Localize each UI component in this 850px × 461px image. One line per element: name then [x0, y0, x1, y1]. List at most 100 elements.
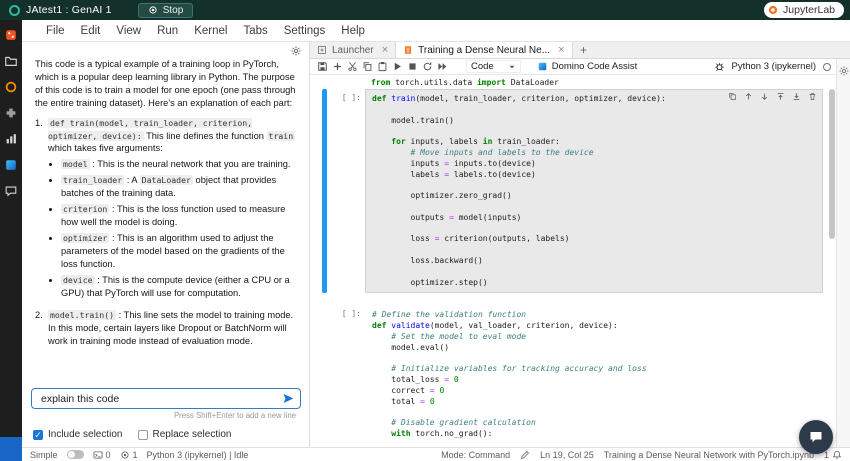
cell-collapser[interactable]	[322, 305, 327, 445]
status-bar: Simple 0 1 Python 3 (ipykernel) | Idle M…	[22, 447, 850, 461]
cell-type-value: Code	[471, 61, 494, 72]
cell-editor[interactable]: # Define the validation functiondef vali…	[365, 305, 823, 445]
terminals-status[interactable]: 0	[93, 450, 111, 460]
kernel-status-text[interactable]: Python 3 (ipykernel) | Idle	[147, 450, 249, 460]
notebook-area[interactable]: from torch.utils.data import DataLoader …	[310, 75, 836, 447]
list-item-text: model.train() : This line sets the model…	[48, 309, 301, 348]
assistant-bullet: criterion : This is the loss function us…	[61, 203, 301, 229]
send-button[interactable]	[279, 390, 297, 408]
code-assist-icon	[537, 61, 548, 72]
panel-settings-gear-icon[interactable]	[290, 45, 302, 57]
insert-cell-below-icon[interactable]	[792, 92, 801, 101]
activity-bar-bottom-indicator[interactable]	[0, 437, 22, 461]
assistant-bullet: model : This is the neural network that …	[61, 158, 301, 171]
run-cell-icon[interactable]	[390, 61, 405, 73]
notifications-status[interactable]: 1	[824, 450, 842, 460]
checkbox-checked-icon[interactable]: ✓	[33, 430, 43, 440]
option-label: Include selection	[48, 429, 123, 440]
assistant-bullet: train_loader : A DataLoader object that …	[61, 174, 301, 200]
menu-item-settings[interactable]: Settings	[276, 25, 334, 37]
cut-cell-icon[interactable]	[345, 61, 360, 73]
tab-close-icon[interactable]: ×	[382, 44, 388, 56]
cell-type-dropdown[interactable]: Code	[466, 60, 521, 73]
insert-cell-above-icon[interactable]	[776, 92, 785, 101]
assistant-list: 1.def train(model, train_loader, criteri…	[35, 117, 301, 349]
terminal-icon	[93, 450, 103, 460]
jupyter-logo-icon	[767, 4, 779, 16]
menu-item-view[interactable]: View	[108, 25, 149, 37]
notebook-icon	[403, 45, 413, 55]
inline-code: criterion	[61, 204, 109, 214]
stop-kernel-icon[interactable]	[405, 61, 420, 73]
notebook-scrollbar[interactable]	[829, 89, 835, 239]
chart-icon[interactable]	[4, 132, 18, 146]
kernel-name[interactable]: Python 3 (ipykernel)	[732, 61, 816, 72]
tab-close-icon[interactable]: ×	[558, 44, 564, 56]
activity-bar	[0, 20, 22, 461]
restart-run-all-icon[interactable]	[435, 61, 450, 73]
move-cell-up-icon[interactable]	[744, 92, 753, 101]
debugger-icon[interactable]	[714, 61, 725, 72]
assistant-content: This code is a typical example of a trai…	[35, 58, 301, 385]
tab-launcher[interactable]: Launcher×	[310, 42, 396, 58]
filename-status: Training a Dense Neural Network with PyT…	[604, 450, 814, 460]
paste-cell-icon[interactable]	[375, 61, 390, 73]
add-cell-icon[interactable]	[330, 61, 345, 73]
copy-cell-icon[interactable]	[360, 61, 375, 73]
chat-icon[interactable]	[4, 184, 18, 198]
option-include-selection[interactable]: ✓ Include selection	[33, 429, 123, 440]
prompt-input-box[interactable]	[31, 388, 301, 409]
cell-editor[interactable]: def train(model, train_loader, criterion…	[365, 89, 823, 293]
workspace-title: JAtest1 : GenAI 1	[26, 4, 112, 16]
inline-code: model.train()	[48, 310, 116, 320]
jupyterlab-badge[interactable]: JupyterLab	[764, 2, 844, 18]
menu-item-tabs[interactable]: Tabs	[235, 25, 275, 37]
inline-code: model	[61, 159, 90, 169]
tab-training-a-dense-neural-ne[interactable]: Training a Dense Neural Ne...×	[396, 42, 572, 58]
toolbar-kernel-area: Python 3 (ipykernel)	[714, 61, 831, 72]
terminals-count: 0	[106, 450, 111, 460]
stop-button[interactable]: Stop	[138, 3, 194, 18]
menu-item-help[interactable]: Help	[333, 25, 373, 37]
duplicate-cell-icon[interactable]	[728, 92, 737, 101]
menu-item-file[interactable]: File	[38, 25, 73, 37]
kernel-status-icon	[823, 63, 831, 71]
right-sidebar	[836, 59, 850, 447]
delete-cell-icon[interactable]	[808, 92, 817, 101]
folder-icon[interactable]	[4, 54, 18, 68]
code-assist-icon[interactable]	[4, 158, 18, 172]
main-dock-panel: Launcher×Training a Dense Neural Ne...× …	[310, 42, 850, 447]
option-replace-selection[interactable]: Replace selection	[138, 429, 232, 440]
running-ring-icon[interactable]	[4, 80, 18, 94]
list-item-text: def train(model, train_loader, criterion…	[48, 117, 301, 156]
inline-code: train	[267, 131, 296, 141]
simple-mode-toggle[interactable]	[67, 450, 84, 459]
list-number: 2.	[35, 309, 48, 348]
save-icon[interactable]	[315, 61, 330, 73]
prompt-input[interactable]	[39, 392, 279, 406]
inline-code: optimizer	[61, 233, 109, 243]
chat-fab-button[interactable]	[799, 420, 833, 454]
code-assist-button[interactable]: Domino Code Assist	[537, 61, 638, 72]
menu-item-edit[interactable]: Edit	[73, 25, 109, 37]
menu-item-kernel[interactable]: Kernel	[186, 25, 235, 37]
move-cell-down-icon[interactable]	[760, 92, 769, 101]
checkbox-unchecked-icon[interactable]	[138, 430, 148, 440]
new-tab-button[interactable]: +	[573, 42, 595, 58]
inline-code: DataLoader	[140, 175, 193, 185]
cursor-position[interactable]: Ln 19, Col 25	[540, 450, 594, 460]
menu-item-run[interactable]: Run	[149, 25, 186, 37]
notebook-cell[interactable]: [ ]:def train(model, train_loader, crite…	[322, 89, 823, 293]
assistant-bullet: device : This is the compute device (eit…	[61, 274, 301, 300]
notebook-cell[interactable]: [ ]:# Define the validation functiondef …	[322, 305, 823, 445]
simple-mode-label: Simple	[30, 450, 58, 460]
kernels-status[interactable]: 1	[120, 450, 138, 460]
assistant-options: ✓ Include selection Replace selection	[33, 429, 231, 440]
restart-kernel-icon[interactable]	[420, 61, 435, 73]
top-bar: JAtest1 : GenAI 1 Stop JupyterLab	[0, 0, 850, 20]
extension-icon[interactable]	[4, 106, 18, 120]
domino-logo-icon[interactable]	[4, 28, 18, 42]
cell-collapser[interactable]	[322, 89, 327, 293]
notebook-cells: [ ]:def train(model, train_loader, crite…	[322, 89, 823, 447]
property-inspector-icon[interactable]	[838, 65, 850, 77]
